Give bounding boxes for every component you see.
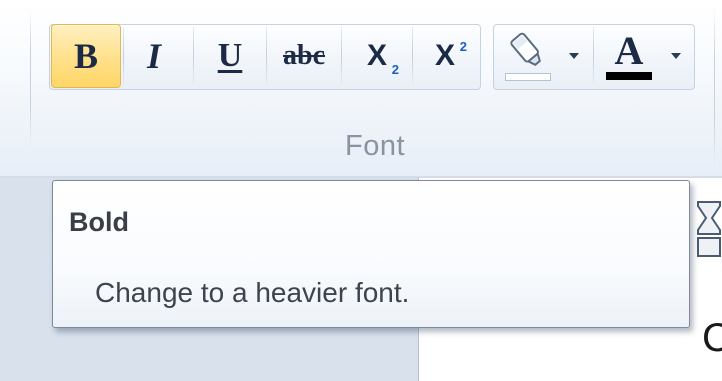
text-highlight-button[interactable] <box>497 24 559 88</box>
superscript-icon: X2 <box>434 39 467 73</box>
button-divider <box>193 27 194 85</box>
highlighter-icon <box>510 32 541 67</box>
underline-button[interactable]: U <box>196 24 264 88</box>
dropdown-caret-icon <box>569 53 579 59</box>
highlight-color-swatch <box>505 73 551 81</box>
font-group-label: Font <box>344 130 406 162</box>
button-divider <box>341 27 342 85</box>
bold-icon: B <box>73 36 98 76</box>
button-divider <box>593 27 594 85</box>
superscript-base: X <box>434 39 455 72</box>
subscript-button[interactable]: X2 <box>343 24 411 88</box>
group-separator <box>714 8 715 168</box>
superscript-mark: 2 <box>459 39 467 54</box>
text-highlight-dropdown[interactable] <box>562 24 586 88</box>
tooltip-title: Bold <box>69 207 129 237</box>
subscript-base: X <box>366 39 387 72</box>
subscript-mark: 2 <box>391 62 399 77</box>
bold-button[interactable]: B <box>51 24 121 88</box>
font-color-button[interactable]: A <box>598 24 660 88</box>
font-color-icon: A <box>614 28 644 73</box>
font-color-swatch <box>606 72 652 80</box>
group-separator <box>30 8 31 148</box>
subscript-icon: X2 <box>366 39 399 77</box>
dropdown-caret-icon <box>671 53 681 59</box>
button-divider <box>266 27 267 85</box>
underline-icon: U <box>217 37 243 74</box>
bold-tooltip: Bold Change to a heavier font. <box>52 180 690 328</box>
strikethrough-button[interactable]: abc <box>268 24 340 88</box>
strikethrough-icon: abc <box>283 40 325 71</box>
document-text: C <box>702 316 722 360</box>
italic-icon: I <box>146 36 161 76</box>
ruler-marker-icon[interactable] <box>694 200 722 260</box>
font-color-dropdown[interactable] <box>664 24 688 88</box>
superscript-button[interactable]: X2 <box>413 24 477 88</box>
italic-button[interactable]: I <box>124 24 184 88</box>
ribbon: B I U abc X2 X2 A Font <box>0 0 722 178</box>
tooltip-description: Change to a heavier font. <box>95 277 410 308</box>
